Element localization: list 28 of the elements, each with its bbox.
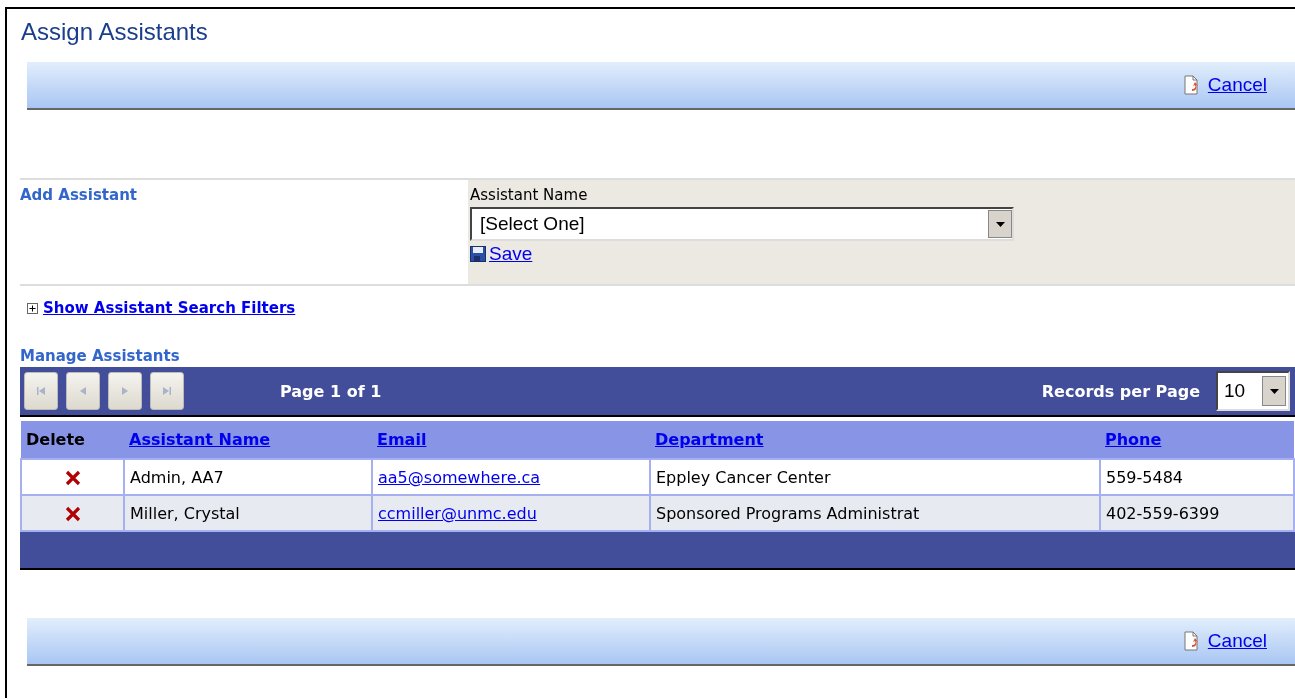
save-link[interactable]: Save [470, 243, 533, 265]
delete-icon[interactable] [64, 470, 81, 486]
page-indicator: Page 1 of 1 [280, 381, 382, 401]
plus-box-icon [27, 302, 38, 314]
assistant-select[interactable]: [Select One] [470, 207, 1014, 241]
column-header: Delete [26, 430, 85, 449]
records-select[interactable]: 10 [1216, 371, 1290, 411]
left-arrow-icon [34, 384, 48, 398]
table-cell: Miller, Crystal [124, 495, 372, 531]
delete-icon[interactable] [64, 506, 81, 522]
table-cell: Admin, AA7 [124, 459, 372, 495]
table-cell: 402-559-6399 [1100, 495, 1294, 531]
section-heading: Manage Assistants [20, 347, 181, 365]
cancel-link[interactable]: Cancel [1183, 630, 1267, 652]
table-cell: 559-5484 [1100, 459, 1294, 495]
field-label: Assistant Name [470, 186, 589, 204]
dropdown-arrow-icon[interactable] [995, 221, 1005, 227]
page-title: Assign Assistants [20, 17, 209, 47]
table-cell: Eppley Cancer Center [650, 459, 1100, 495]
cancel-link[interactable]: Cancel [1183, 74, 1267, 96]
document-icon [1183, 75, 1200, 95]
section-heading: Add Assistant [20, 185, 138, 206]
dropdown-arrow-icon[interactable] [1269, 388, 1279, 394]
right-arrow-icon [160, 384, 174, 398]
table-cell: Sponsored Programs Administrat [650, 495, 1100, 531]
records-label: Records per Page [1041, 381, 1200, 401]
document-icon [1183, 631, 1200, 651]
search-filters-link[interactable]: Show Assistant Search Filters [27, 299, 296, 317]
